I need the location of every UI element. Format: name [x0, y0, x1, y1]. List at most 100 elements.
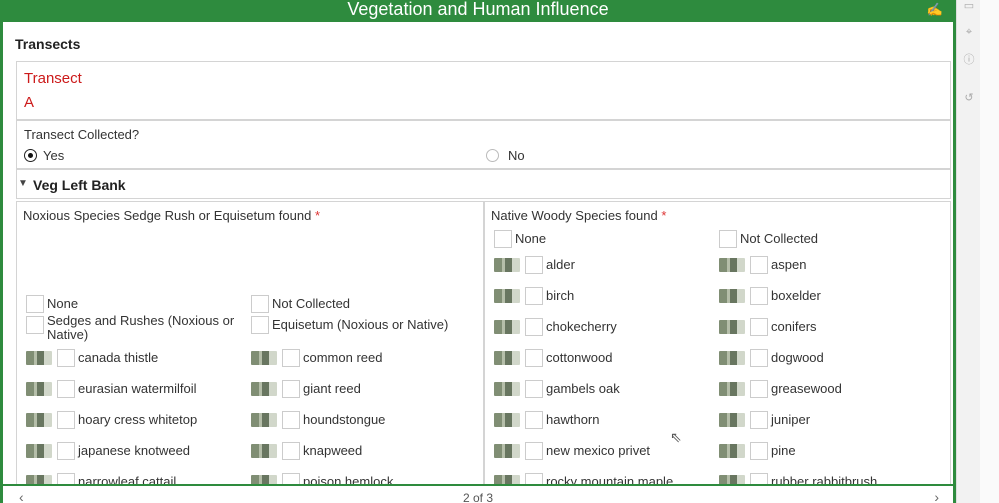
checkbox-label[interactable]: alder	[546, 258, 575, 272]
checkbox-label[interactable]: new mexico privet	[546, 444, 650, 458]
native-woody-label: Native Woody Species found *	[491, 208, 666, 223]
checkbox[interactable]	[57, 442, 75, 460]
species-thumbnail-image	[26, 444, 52, 458]
tag-icon[interactable]: ⌖	[963, 26, 975, 38]
species-thumbnail-image	[719, 351, 745, 365]
checkbox[interactable]	[750, 349, 768, 367]
checkbox-label[interactable]: dogwood	[771, 351, 824, 365]
species-thumbnail-image	[494, 351, 520, 365]
checkbox[interactable]	[282, 380, 300, 398]
noxious-species-label-text: Noxious Species Sedge Rush or Equisetum …	[23, 208, 312, 223]
checkbox-label[interactable]: knapweed	[303, 444, 362, 458]
checkbox-label[interactable]: chokecherry	[546, 320, 617, 334]
checkbox-label[interactable]: japanese knotweed	[78, 444, 190, 458]
checkbox-label[interactable]: hoary cress whitetop	[78, 413, 197, 427]
checkbox[interactable]	[251, 295, 269, 313]
checkbox[interactable]	[525, 380, 543, 398]
checkbox[interactable]	[719, 230, 737, 248]
checkbox-label[interactable]: juniper	[771, 413, 810, 427]
checkbox[interactable]	[26, 316, 44, 334]
checkbox-label[interactable]: birch	[546, 289, 574, 303]
checkbox[interactable]	[26, 295, 44, 313]
chevron-right-icon[interactable]: ›	[934, 489, 939, 503]
checkbox-label[interactable]: Equisetum (Noxious or Native)	[272, 318, 448, 332]
noxious-species-field: Noxious Species Sedge Rush or Equisetum …	[16, 201, 484, 501]
radio-no[interactable]	[486, 149, 499, 162]
checkbox-label[interactable]: Not Collected	[740, 232, 818, 246]
species-thumbnail-image	[251, 351, 277, 365]
checkbox[interactable]	[750, 287, 768, 305]
species-thumbnail-image	[494, 258, 520, 272]
checkbox[interactable]	[251, 316, 269, 334]
checkbox[interactable]	[750, 411, 768, 429]
species-thumbnail-image	[719, 289, 745, 303]
species-thumbnail-image	[494, 413, 520, 427]
species-thumbnail-image	[719, 444, 745, 458]
signature-icon[interactable]: ✍	[927, 1, 943, 19]
checkbox-label[interactable]: common reed	[303, 351, 382, 365]
checkbox-label[interactable]: hawthorn	[546, 413, 599, 427]
transect-collected-field: Transect Collected? Yes No	[16, 120, 951, 169]
radio-yes[interactable]	[24, 149, 37, 162]
checkbox-label[interactable]: None	[47, 297, 78, 311]
checkbox[interactable]	[525, 411, 543, 429]
species-thumbnail-image	[494, 289, 520, 303]
checkbox-label[interactable]: eurasian watermilfoil	[78, 382, 197, 396]
transect-field: Transect A	[16, 61, 951, 120]
required-marker: *	[314, 208, 321, 223]
checkbox-label[interactable]: giant reed	[303, 382, 361, 396]
checkbox[interactable]	[525, 442, 543, 460]
chevron-down-icon[interactable]: ▼	[18, 178, 28, 189]
checkbox-label[interactable]: None	[515, 232, 546, 246]
checkbox[interactable]	[494, 230, 512, 248]
form-title: Vegetation and Human Influence	[347, 0, 609, 19]
checkbox-label[interactable]: cottonwood	[546, 351, 613, 365]
checkbox-label[interactable]: boxelder	[771, 289, 821, 303]
app-window: Vegetation and Human Influence ✍ Transec…	[0, 0, 999, 503]
checkbox[interactable]	[750, 380, 768, 398]
checkbox-label[interactable]: Sedges and Rushes (Noxious or Native)	[47, 314, 247, 342]
checkbox[interactable]	[282, 349, 300, 367]
page-indicator: 2 of 3	[462, 491, 494, 503]
species-thumbnail-image	[494, 444, 520, 458]
form-footer: ‹ 2 of 3 ›	[3, 484, 953, 503]
checkbox-label[interactable]: conifers	[771, 320, 817, 334]
checkbox-label[interactable]: Not Collected	[272, 297, 350, 311]
checkbox[interactable]	[282, 411, 300, 429]
checkbox[interactable]	[57, 349, 75, 367]
radio-yes-label[interactable]: Yes	[43, 148, 64, 163]
veg-left-bank-header[interactable]: ▼ Veg Left Bank	[16, 169, 951, 199]
toolbar-icon[interactable]: ▭	[963, 0, 975, 12]
side-toolbar: ▭ ⌖ ⓘ ↺	[956, 0, 980, 503]
checkbox-label[interactable]: gambels oak	[546, 382, 620, 396]
species-thumbnail-image	[494, 382, 520, 396]
mouse-cursor-icon: ⇖	[670, 429, 682, 445]
checkbox-label[interactable]: houndstongue	[303, 413, 385, 427]
checkbox[interactable]	[57, 380, 75, 398]
checkbox[interactable]	[57, 411, 75, 429]
checkbox-label[interactable]: canada thistle	[78, 351, 158, 365]
checkbox[interactable]	[525, 318, 543, 336]
native-woody-field: Native Woody Species found * None Not Col…	[484, 201, 951, 501]
species-thumbnail-image	[251, 413, 277, 427]
noxious-species-label: Noxious Species Sedge Rush or Equisetum …	[23, 208, 320, 223]
species-thumbnail-image	[719, 258, 745, 272]
radio-no-label[interactable]: No	[508, 148, 525, 163]
checkbox[interactable]	[282, 442, 300, 460]
checkbox-label[interactable]: pine	[771, 444, 796, 458]
checkbox-label[interactable]: greasewood	[771, 382, 842, 396]
transect-collected-label: Transect Collected?	[24, 127, 140, 142]
checkbox[interactable]	[750, 256, 768, 274]
species-thumbnail-image	[251, 444, 277, 458]
checkbox[interactable]	[525, 287, 543, 305]
transect-label: Transect	[24, 70, 82, 87]
checkbox[interactable]	[750, 318, 768, 336]
undo-icon[interactable]: ↺	[963, 92, 975, 104]
checkbox[interactable]	[525, 256, 543, 274]
transect-value[interactable]: A	[24, 94, 34, 111]
checkbox-label[interactable]: aspen	[771, 258, 806, 272]
checkbox[interactable]	[750, 442, 768, 460]
checkbox[interactable]	[525, 349, 543, 367]
scroll-strip	[980, 0, 999, 503]
info-icon[interactable]: ⓘ	[963, 54, 975, 66]
